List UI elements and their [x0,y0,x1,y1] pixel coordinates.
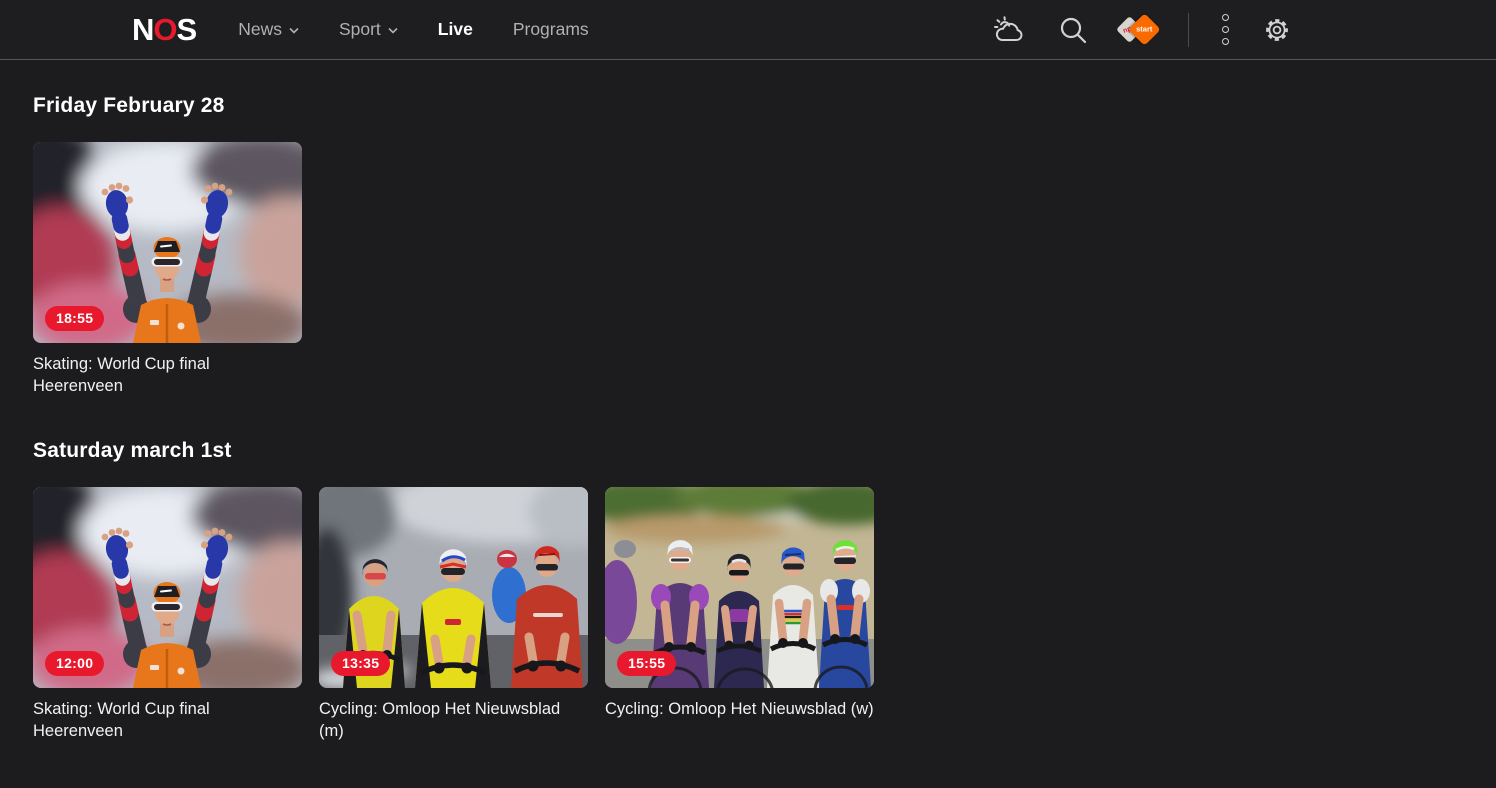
card-title: Cycling: Omloop Het Nieuwsblad (w) [605,698,897,720]
start-diamond: start [1128,13,1161,46]
nav-label: Sport [339,19,381,40]
section-heading: Saturday march 1st [33,439,1496,463]
skating-thumbnail: 18:55 [33,142,302,343]
nav-item-sport[interactable]: Sport [339,19,398,40]
cycling-men-thumbnail: 13:35 [319,487,588,688]
nav-item-news[interactable]: News [238,19,299,40]
chevron-down-icon [289,27,299,34]
day-section-friday: Friday February 28 [33,94,1496,397]
time-badge: 13:35 [331,651,390,676]
day-section-saturday: Saturday march 1st [33,439,1496,742]
time-badge: 12:00 [45,651,104,676]
cycling-women-thumbnail: 15:55 [605,487,874,688]
logo-letter: O [153,12,176,48]
card-row: 18:55 Skating: World Cup final Heerenvee… [33,142,1496,397]
card-title: Skating: World Cup final Heerenveen [33,353,277,397]
main-nav: News Sport Live Programs [238,19,588,40]
nos-logo[interactable]: N O S [132,12,196,48]
section-heading: Friday February 28 [33,94,1496,118]
header-actions: npo start [991,10,1292,49]
time-badge: 15:55 [617,651,676,676]
broadcast-card-cycling-women[interactable]: 15:55 Cycling: Omloop Het Nieuwsblad (w) [605,487,874,742]
header-divider [1188,13,1189,47]
broadcast-card-cycling-men[interactable]: 13:35 Cycling: Omloop Het Nieuwsblad (m) [319,487,588,742]
broadcast-card-skating[interactable]: 18:55 Skating: World Cup final Heerenvee… [33,142,302,397]
search-icon[interactable] [1058,15,1088,45]
nav-label: Programs [513,19,589,40]
logo-letter: S [177,12,197,48]
kebab-menu-icon[interactable] [1218,10,1233,49]
skating-thumbnail: 12:00 [33,487,302,688]
card-row: 12:00 Skating: World Cup final Heerenvee… [33,487,1496,742]
nav-label: News [238,19,282,40]
nav-item-live[interactable]: Live [438,19,473,40]
live-guide: Friday February 28 [0,94,1496,742]
logo-letter: N [132,12,153,48]
top-navigation-bar: N O S News Sport Live Programs [0,0,1496,60]
time-badge: 18:55 [45,306,104,331]
card-title: Skating: World Cup final Heerenveen [33,698,277,742]
card-title: Cycling: Omloop Het Nieuwsblad (m) [319,698,563,742]
weather-icon[interactable] [991,14,1029,46]
npo-start-logo[interactable]: npo start [1117,12,1159,48]
nav-item-programs[interactable]: Programs [513,19,589,40]
chevron-down-icon [388,27,398,34]
settings-icon[interactable] [1262,15,1292,45]
broadcast-card-skating[interactable]: 12:00 Skating: World Cup final Heerenvee… [33,487,302,742]
start-text: start [1136,24,1152,33]
nav-label: Live [438,19,473,40]
